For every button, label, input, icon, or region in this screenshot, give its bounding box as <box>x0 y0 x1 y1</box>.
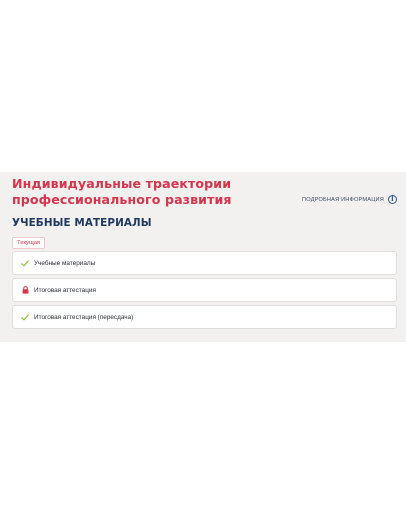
list-item-materials[interactable]: Учебные материалы <box>12 251 397 275</box>
more-info-label: ПОДРОБНАЯ ИНФОРМАЦИЯ <box>302 196 384 203</box>
list-item-final-exam[interactable]: Итоговая аттестация <box>12 278 397 302</box>
status-badge: Текущая <box>12 237 46 249</box>
info-icon: i <box>388 195 397 204</box>
list-item-label: Учебные материалы <box>34 259 96 267</box>
check-icon <box>20 312 30 322</box>
check-icon <box>20 258 30 268</box>
list-item-label: Итоговая аттестация (пересдача) <box>34 313 134 321</box>
course-panel: Индивидуальные траектории профессиональн… <box>0 172 406 342</box>
more-info-link[interactable]: ПОДРОБНАЯ ИНФОРМАЦИЯ i <box>302 195 397 204</box>
list-item-final-exam-retake[interactable]: Итоговая аттестация (пересдача) <box>12 305 397 329</box>
page-title: Индивидуальные траектории профессиональн… <box>12 176 232 207</box>
page: Индивидуальные траектории профессиональн… <box>0 0 406 516</box>
lock-icon <box>20 285 30 295</box>
list-item-label: Итоговая аттестация <box>34 286 96 294</box>
materials-list: Учебные материалы Итоговая аттестация Ит… <box>12 251 397 332</box>
section-title: УЧЕБНЫЕ МАТЕРИАЛЫ <box>12 217 152 229</box>
